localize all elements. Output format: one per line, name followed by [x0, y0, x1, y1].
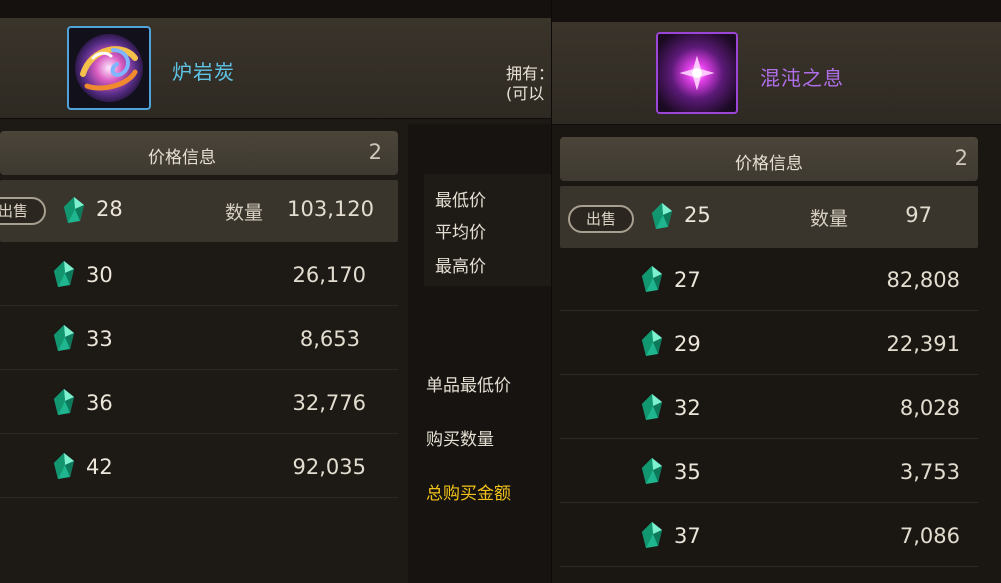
quantity: 92,035: [292, 455, 366, 479]
green-gem-icon: [640, 265, 664, 293]
qty-label: 数量: [225, 202, 264, 224]
item-header: 混沌之息: [552, 22, 1001, 125]
quantity: 103,120: [287, 197, 374, 221]
item-name: 炉岩炭: [172, 60, 235, 84]
price-info-header: 价格信息 2: [560, 137, 978, 181]
listing-row[interactable]: 27 82,808: [560, 249, 978, 311]
sell-button[interactable]: 出售: [0, 197, 46, 225]
owned-label: 拥有： (可以: [506, 64, 551, 104]
left-market-panel: 炉岩炭 拥有： (可以 价格信息 2 出售 28 数量 103,120 30 2…: [0, 0, 551, 583]
listing-row[interactable]: 37 7,086: [560, 505, 978, 567]
item-name: 混沌之息: [760, 66, 844, 90]
max-price-label: 最高价: [435, 257, 486, 277]
right-market-panel: 混沌之息 价格信息 2 出售 25 数量 97 27 82,808 29 22,…: [551, 0, 1001, 583]
unit-price: 32: [674, 396, 701, 420]
unit-price: 30: [86, 263, 113, 287]
price-info-count: 2: [368, 140, 382, 164]
unit-min-price-label: 单品最低价: [426, 376, 511, 396]
listing-row[interactable]: 出售 25 数量 97: [560, 186, 978, 248]
unit-price: 29: [674, 332, 701, 356]
unit-price: 25: [684, 203, 711, 227]
item-header: 炉岩炭 拥有： (可以: [0, 18, 551, 119]
listing-row[interactable]: 29 22,391: [560, 313, 978, 375]
listing-row[interactable]: 出售 28 数量 103,120: [0, 180, 398, 242]
listing-row[interactable]: 36 32,776: [0, 372, 398, 434]
unit-price: 28: [96, 197, 123, 221]
qty-label: 数量: [810, 208, 849, 230]
price-info-header: 价格信息 2: [0, 131, 398, 175]
quantity: 82,808: [886, 268, 960, 292]
price-info-count: 2: [954, 146, 968, 170]
listing-row[interactable]: 32 8,028: [560, 377, 978, 439]
quantity: 22,391: [886, 332, 960, 356]
quantity: 97: [905, 203, 932, 227]
swirl-orb-icon[interactable]: [67, 26, 151, 110]
quantity: 8,028: [899, 396, 960, 420]
green-gem-icon: [52, 388, 76, 416]
top-strip: [0, 0, 551, 18]
quantity: 26,170: [292, 263, 366, 287]
price-info-title: 价格信息: [148, 148, 216, 168]
listing-row[interactable]: 42 92,035: [0, 436, 398, 498]
green-gem-icon: [62, 196, 86, 224]
green-gem-icon: [52, 452, 76, 480]
purchase-info-column: 最低价 平均价 最高价 单品最低价 购买数量 总购买金额: [408, 124, 551, 583]
green-gem-icon: [640, 393, 664, 421]
price-info-title: 价格信息: [735, 154, 803, 174]
avg-price-label: 平均价: [435, 223, 486, 243]
buy-quantity-label: 购买数量: [426, 430, 494, 450]
purple-sparkle-icon[interactable]: [656, 32, 738, 114]
listing-row[interactable]: 33 8,653: [0, 308, 398, 370]
market-screen: 炉岩炭 拥有： (可以 价格信息 2 出售 28 数量 103,120 30 2…: [0, 0, 1001, 583]
sell-button[interactable]: 出售: [568, 205, 634, 233]
min-price-label: 最低价: [435, 191, 486, 211]
listing-row[interactable]: 30 26,170: [0, 244, 398, 306]
unit-price: 35: [674, 460, 701, 484]
quantity: 3,753: [899, 460, 960, 484]
unit-price: 36: [86, 391, 113, 415]
unit-price: 42: [86, 455, 113, 479]
green-gem-icon: [650, 202, 674, 230]
green-gem-icon: [640, 329, 664, 357]
total-amount-label: 总购买金额: [426, 484, 511, 504]
green-gem-icon: [52, 260, 76, 288]
owned-label-line2: (可以: [506, 84, 545, 103]
unit-price: 33: [86, 327, 113, 351]
top-strip: [552, 0, 1001, 22]
unit-price: 37: [674, 524, 701, 548]
owned-label-line1: 拥有：: [506, 64, 551, 83]
green-gem-icon: [640, 521, 664, 549]
quantity: 8,653: [299, 327, 360, 351]
green-gem-icon: [640, 457, 664, 485]
unit-price: 27: [674, 268, 701, 292]
listing-row[interactable]: 35 3,753: [560, 441, 978, 503]
quantity: 7,086: [899, 524, 960, 548]
quantity: 32,776: [292, 391, 366, 415]
green-gem-icon: [52, 324, 76, 352]
